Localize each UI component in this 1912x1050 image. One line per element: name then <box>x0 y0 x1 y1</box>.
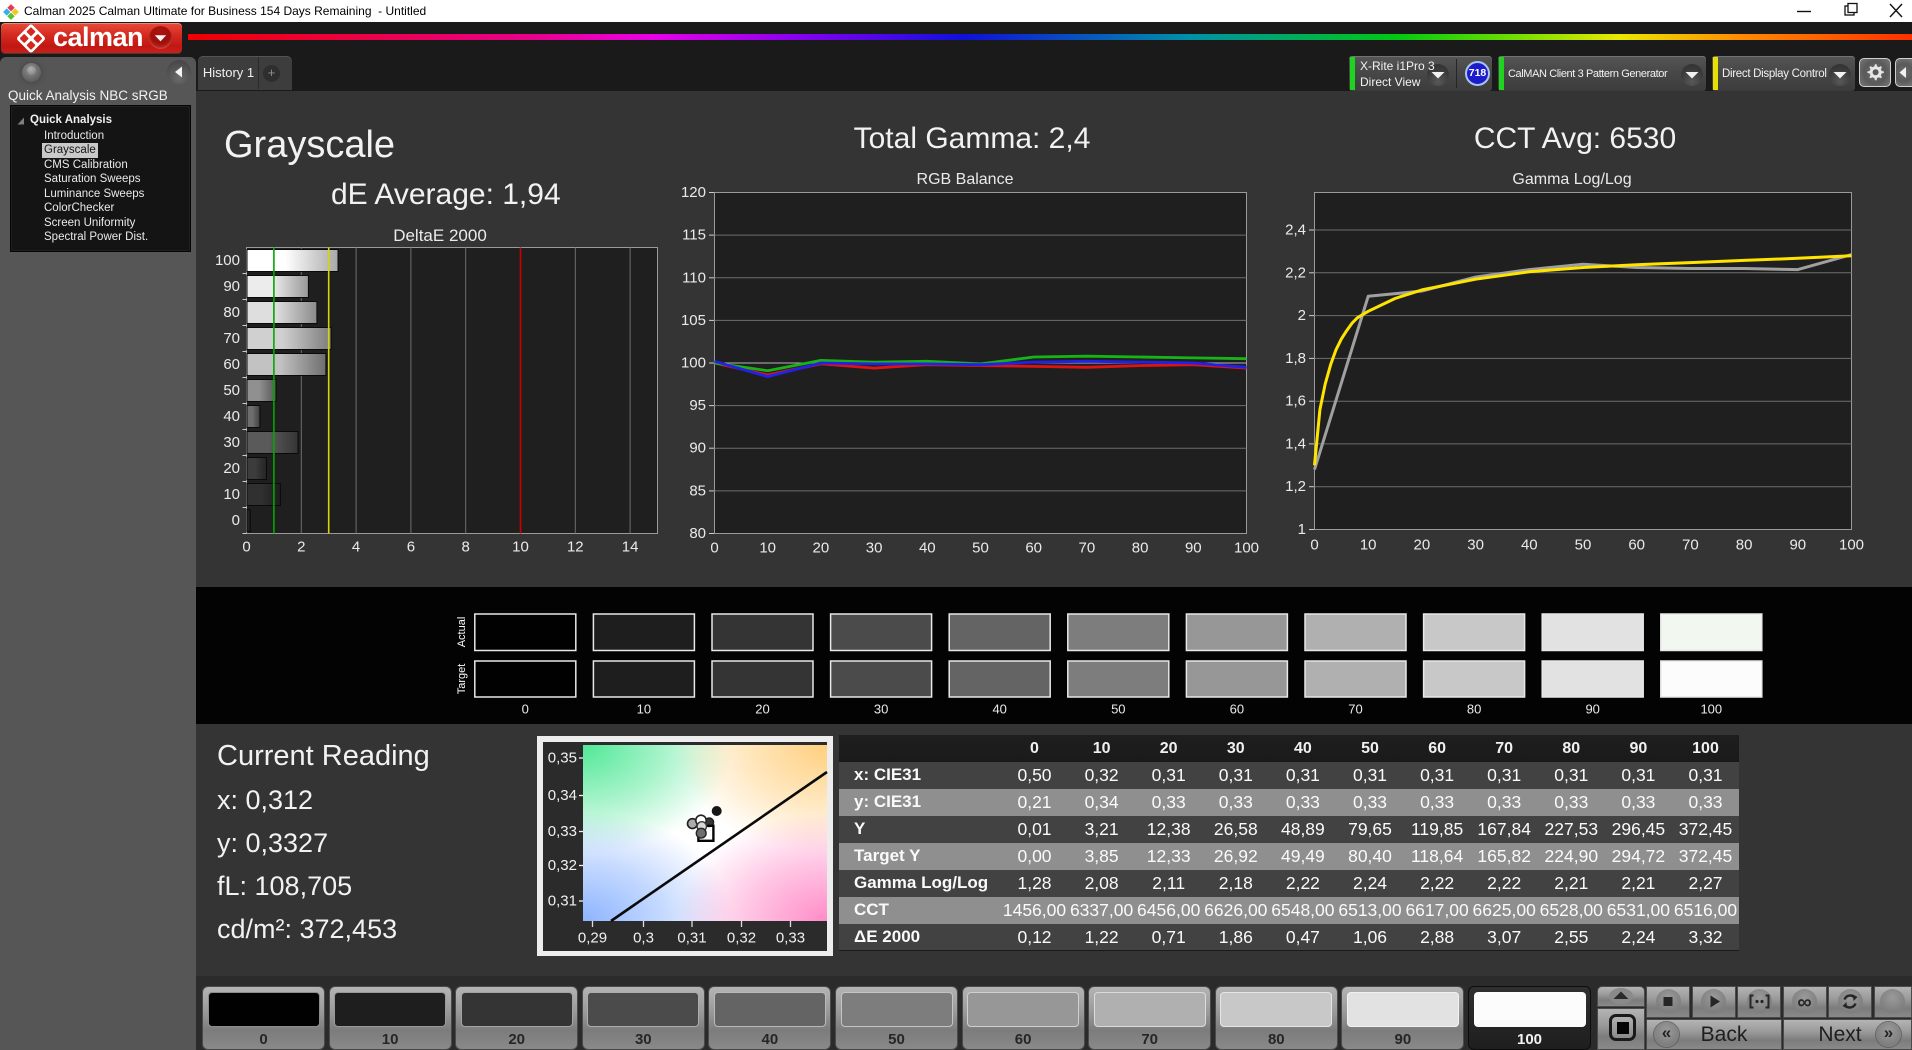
svg-text:0,32: 0,32 <box>727 930 756 947</box>
svg-text:0: 0 <box>522 702 529 717</box>
svg-text:40: 40 <box>992 702 1006 717</box>
svg-text:0: 0 <box>1310 537 1318 554</box>
svg-text:0,35: 0,35 <box>548 750 577 767</box>
svg-text:115: 115 <box>682 227 706 244</box>
svg-text:Actual: Actual <box>456 617 468 648</box>
svg-text:0,31: 0,31 <box>677 930 706 947</box>
svg-text:80: 80 <box>689 525 706 542</box>
svg-text:14: 14 <box>622 539 639 556</box>
svg-text:50: 50 <box>223 382 240 399</box>
svg-text:90: 90 <box>1185 540 1202 557</box>
svg-text:30: 30 <box>223 434 240 451</box>
svg-text:6: 6 <box>407 539 415 556</box>
svg-text:90: 90 <box>1789 537 1806 554</box>
svg-text:0,29: 0,29 <box>578 930 607 947</box>
svg-text:80: 80 <box>1467 702 1481 717</box>
svg-text:1,8: 1,8 <box>1285 350 1306 367</box>
svg-text:30: 30 <box>874 702 888 717</box>
svg-text:60: 60 <box>1628 537 1645 554</box>
svg-text:1,4: 1,4 <box>1285 435 1306 452</box>
svg-text:0: 0 <box>232 512 240 529</box>
svg-text:90: 90 <box>689 440 706 457</box>
svg-text:50: 50 <box>1575 537 1592 554</box>
svg-text:0,33: 0,33 <box>548 823 577 840</box>
svg-text:10: 10 <box>1360 537 1377 554</box>
svg-text:70: 70 <box>1348 702 1362 717</box>
svg-text:50: 50 <box>972 540 989 557</box>
svg-text:30: 30 <box>1467 537 1484 554</box>
svg-text:2: 2 <box>297 539 305 556</box>
svg-text:10: 10 <box>759 540 776 557</box>
svg-text:20: 20 <box>223 460 240 477</box>
svg-text:50: 50 <box>1111 702 1125 717</box>
svg-text:90: 90 <box>223 278 240 295</box>
svg-text:10: 10 <box>223 486 240 503</box>
svg-text:12: 12 <box>567 539 584 556</box>
svg-text:100: 100 <box>1234 540 1259 557</box>
svg-text:40: 40 <box>919 540 936 557</box>
svg-text:60: 60 <box>1025 540 1042 557</box>
svg-text:20: 20 <box>755 702 769 717</box>
svg-text:0,31: 0,31 <box>548 893 577 910</box>
svg-text:0: 0 <box>710 540 718 557</box>
svg-text:0: 0 <box>242 539 250 556</box>
svg-text:100: 100 <box>1700 702 1722 717</box>
svg-text:1,6: 1,6 <box>1285 393 1306 410</box>
svg-text:60: 60 <box>1230 702 1244 717</box>
svg-text:100: 100 <box>1839 537 1864 554</box>
svg-text:2,2: 2,2 <box>1285 264 1306 281</box>
svg-text:30: 30 <box>866 540 883 557</box>
svg-text:100: 100 <box>215 252 240 269</box>
svg-text:85: 85 <box>689 482 706 499</box>
svg-text:0,32: 0,32 <box>548 857 577 874</box>
svg-text:2,4: 2,4 <box>1285 222 1306 239</box>
svg-text:100: 100 <box>681 355 706 372</box>
svg-text:0,33: 0,33 <box>776 930 805 947</box>
svg-text:∞: ∞ <box>1797 992 1811 1014</box>
svg-text:70: 70 <box>223 330 240 347</box>
svg-text:2: 2 <box>1298 307 1306 324</box>
svg-text:40: 40 <box>1521 537 1538 554</box>
svg-text:0,34: 0,34 <box>548 787 577 804</box>
svg-text:70: 70 <box>1079 540 1096 557</box>
svg-text:20: 20 <box>1414 537 1431 554</box>
svg-text:10: 10 <box>512 539 529 556</box>
svg-text:1: 1 <box>1298 521 1306 538</box>
svg-text:1,2: 1,2 <box>1285 478 1306 495</box>
svg-text:80: 80 <box>1736 537 1753 554</box>
svg-text:80: 80 <box>1132 540 1149 557</box>
svg-text:20: 20 <box>813 540 830 557</box>
svg-text:0,3: 0,3 <box>633 930 654 947</box>
svg-text:Target: Target <box>456 664 468 695</box>
svg-text:8: 8 <box>462 539 470 556</box>
svg-text:105: 105 <box>681 312 706 329</box>
svg-text:90: 90 <box>1585 702 1599 717</box>
svg-text:70: 70 <box>1682 537 1699 554</box>
svg-text:40: 40 <box>223 408 240 425</box>
svg-text:110: 110 <box>682 269 706 286</box>
svg-text:4: 4 <box>352 539 360 556</box>
svg-text:80: 80 <box>223 304 240 321</box>
svg-text:60: 60 <box>223 356 240 373</box>
svg-text:10: 10 <box>637 702 651 717</box>
svg-text:95: 95 <box>689 397 706 414</box>
svg-text:120: 120 <box>681 185 706 201</box>
